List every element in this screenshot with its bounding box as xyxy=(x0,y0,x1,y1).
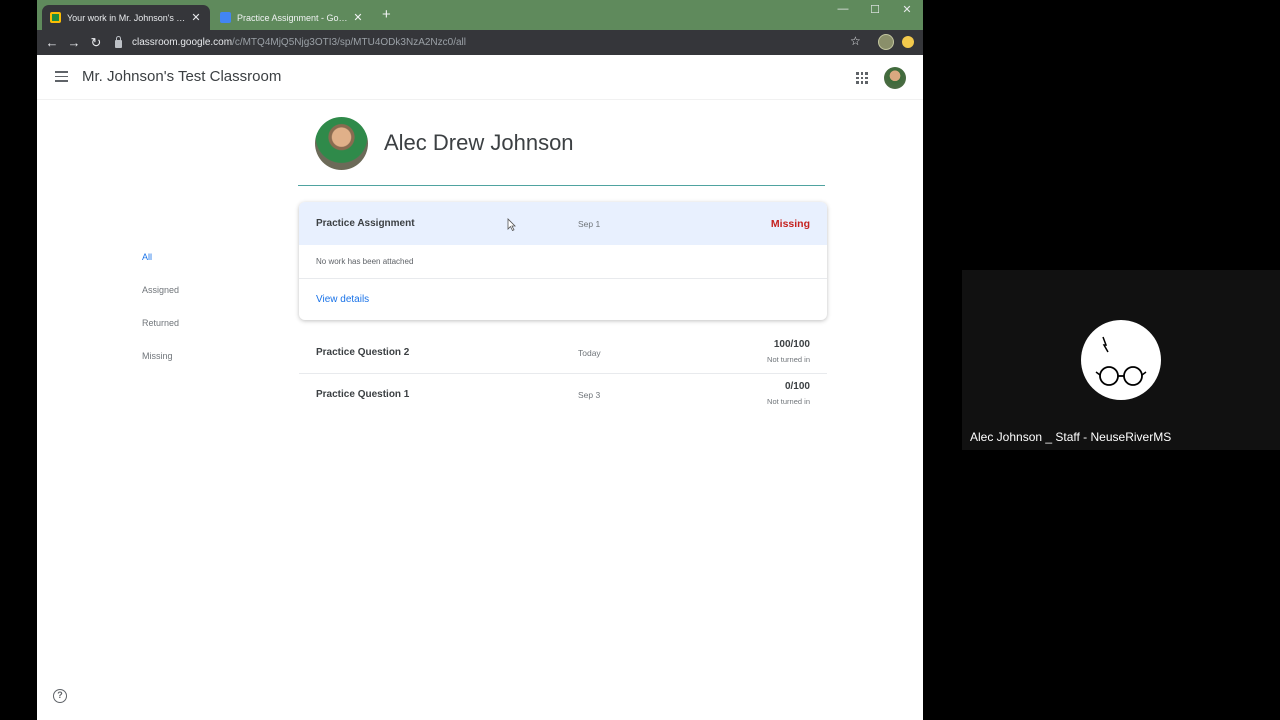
account-avatar[interactable] xyxy=(884,67,906,89)
menu-icon[interactable] xyxy=(55,71,68,82)
divider xyxy=(298,185,825,186)
google-apps-icon[interactable] xyxy=(856,72,868,84)
new-tab-button[interactable]: + xyxy=(382,6,391,24)
close-tab-icon[interactable]: ✕ xyxy=(190,11,202,24)
assignment-header[interactable]: Practice Assignment Sep 1 Missing xyxy=(299,202,827,245)
assignment-card-expanded: Practice Assignment Sep 1 Missing No wor… xyxy=(299,202,827,320)
item-status: Not turned in xyxy=(767,397,810,406)
glasses-icon xyxy=(1095,336,1147,386)
back-arrow-icon[interactable]: ← xyxy=(43,34,61,51)
forward-arrow-icon[interactable]: → xyxy=(65,34,83,51)
filter-missing[interactable]: Missing xyxy=(142,351,173,361)
extension-icon[interactable] xyxy=(878,34,894,50)
student-avatar xyxy=(315,117,368,170)
participant-tile: Alec Johnson _ Staff - NeuseRiverMS xyxy=(962,270,1280,450)
item-score: 0/100 xyxy=(784,381,810,392)
address-bar[interactable]: classroom.google.com/c/MTQ4MjQ5Njg3OTI3/… xyxy=(115,33,875,52)
attachment-note: No work has been attached xyxy=(316,257,414,266)
filter-assigned[interactable]: Assigned xyxy=(142,285,179,295)
url-host: classroom.google.com xyxy=(132,37,233,48)
maximize-button[interactable]: ☐ xyxy=(860,3,890,16)
divider xyxy=(299,373,827,374)
classroom-icon xyxy=(50,12,61,23)
reload-icon[interactable]: ↻ xyxy=(87,34,105,51)
participant-name: Alec Johnson _ Staff - NeuseRiverMS xyxy=(970,430,1172,444)
class-title[interactable]: Mr. Johnson's Test Classroom xyxy=(82,68,281,85)
assignment-date: Sep 1 xyxy=(578,219,601,229)
browser-toolbar: ← → ↻ classroom.google.com/c/MTQ4MjQ5Njg… xyxy=(37,30,923,55)
tab-strip: Your work in Mr. Johnson's Test Cl ✕ Pra… xyxy=(37,0,923,30)
tab-practice-assignment[interactable]: Practice Assignment - Google Do ✕ xyxy=(212,5,372,30)
mouse-cursor-icon xyxy=(507,218,516,231)
item-title: Practice Question 2 xyxy=(316,347,410,358)
tab-title: Practice Assignment - Google Do xyxy=(237,12,348,23)
help-icon[interactable]: ? xyxy=(53,689,67,703)
assignment-title: Practice Assignment xyxy=(316,218,415,229)
item-score: 100/100 xyxy=(773,339,810,350)
app-bar: Mr. Johnson's Test Classroom xyxy=(37,55,923,100)
filter-returned[interactable]: Returned xyxy=(142,318,179,328)
screen: Your work in Mr. Johnson's Test Cl ✕ Pra… xyxy=(0,0,1280,720)
bookmark-star-icon[interactable]: ☆ xyxy=(850,34,861,48)
tab-title: Your work in Mr. Johnson's Test Cl xyxy=(67,12,186,23)
participant-avatar xyxy=(1081,320,1161,400)
item-date: Today xyxy=(578,348,601,358)
status-badge: Missing xyxy=(770,218,810,230)
view-details-link[interactable]: View details xyxy=(316,294,369,305)
docs-icon xyxy=(220,12,231,23)
filter-all[interactable]: All xyxy=(142,252,152,262)
minimize-button[interactable]: — xyxy=(828,3,858,15)
tab-your-work[interactable]: Your work in Mr. Johnson's Test Cl ✕ xyxy=(42,5,210,30)
item-status: Not turned in xyxy=(767,355,810,364)
item-date: Sep 3 xyxy=(578,390,601,400)
divider xyxy=(299,278,827,279)
browser-window: Your work in Mr. Johnson's Test Cl ✕ Pra… xyxy=(37,0,923,720)
close-window-button[interactable]: ✕ xyxy=(892,3,922,16)
item-title: Practice Question 1 xyxy=(316,389,410,400)
profile-icon[interactable] xyxy=(902,36,914,48)
url-path: /c/MTQ4MjQ5Njg3OTI3/sp/MTU4ODk3NzA2Nzc0/… xyxy=(232,37,466,48)
student-name: Alec Drew Johnson xyxy=(384,130,574,155)
lock-icon xyxy=(115,35,122,48)
close-tab-icon[interactable]: ✕ xyxy=(352,11,364,24)
